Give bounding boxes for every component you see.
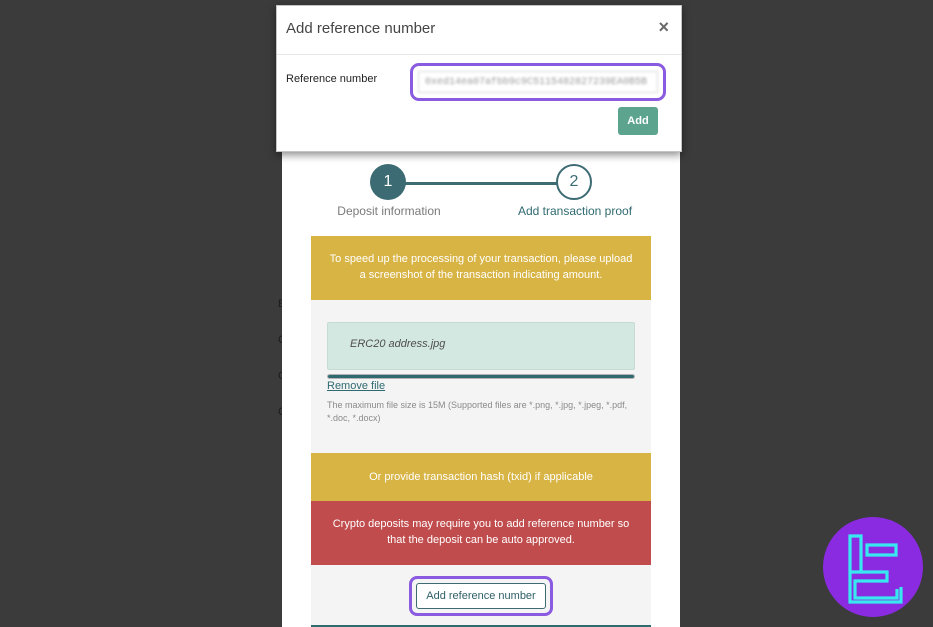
step-1-indicator: 1	[370, 164, 406, 200]
file-size-note: The maximum file size is 15M (Supported …	[327, 400, 628, 423]
upload-progress-bar	[327, 374, 635, 379]
add-reference-number-button[interactable]: Add reference number	[416, 583, 546, 609]
step-1-label: Deposit information	[337, 204, 441, 218]
uploaded-file-card: ERC20 address.jpg	[327, 322, 635, 370]
add-reference-modal: Add reference number × Reference number …	[276, 5, 682, 152]
progress-stepper: 1 2 Deposit information Add transaction …	[282, 140, 680, 230]
modal-title: Add reference number	[286, 20, 436, 37]
add-reference-highlight: Add reference number	[409, 576, 553, 616]
deposit-dialog: 1 2 Deposit information Add transaction …	[282, 140, 680, 627]
transaction-proof-section: To speed up the processing of your trans…	[311, 236, 651, 627]
step-2-label: Add transaction proof	[517, 204, 633, 218]
upload-notice: To speed up the processing of your trans…	[311, 236, 651, 300]
reference-number-label: Reference number	[286, 73, 378, 85]
uploaded-file-name: ERC20 address.jpg	[350, 338, 446, 350]
add-button[interactable]: Add	[618, 107, 658, 135]
upload-progress-fill	[328, 375, 634, 378]
stepper-connector	[389, 182, 575, 185]
remove-file-link[interactable]: Remove file	[327, 380, 385, 392]
logo-mark-icon	[848, 534, 903, 604]
close-icon[interactable]: ×	[658, 17, 669, 38]
step-2-indicator: 2	[556, 164, 592, 200]
modal-header: Add reference number ×	[277, 6, 681, 55]
crypto-deposit-warning: Crypto deposits may require you to add r…	[311, 501, 651, 565]
tc-brand-logo-icon	[823, 517, 923, 617]
transaction-hash-notice: Or provide transaction hash (txid) if ap…	[311, 453, 651, 501]
reference-number-input[interactable]	[418, 71, 658, 93]
reference-input-highlight	[410, 63, 666, 101]
